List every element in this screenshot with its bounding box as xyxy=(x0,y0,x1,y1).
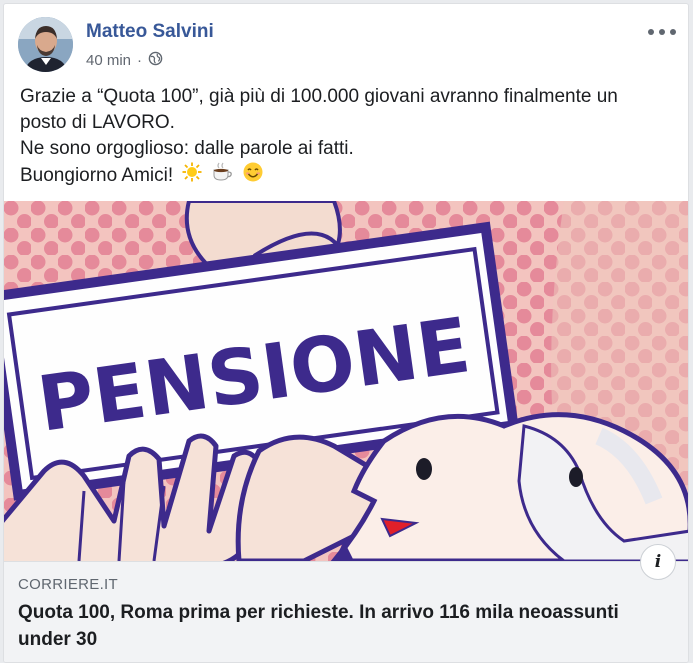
coffee-emoji xyxy=(212,162,234,190)
post-text-line: posto di LAVORO. xyxy=(20,112,175,133)
link-preview-image[interactable]: PENSIONE xyxy=(4,201,688,561)
post-text-greeting: Buongiorno Amici! xyxy=(20,165,174,187)
post-text: Grazie a “Quota 100”, già più di 100.000… xyxy=(20,84,672,190)
author-name[interactable]: Matteo Salvini xyxy=(86,21,214,43)
sun-emoji xyxy=(182,162,202,190)
link-domain: CORRIERE.IT xyxy=(18,576,118,593)
post-text-line: Ne sono orgoglioso: dalle parole ai fatt… xyxy=(20,138,354,159)
post-card: Matteo Salvini 40 min · Grazie a “Quota … xyxy=(3,3,689,663)
post-time[interactable]: 40 min xyxy=(86,52,131,69)
avatar[interactable] xyxy=(18,17,73,72)
link-preview-footer[interactable]: i CORRIERE.IT Quota 100, Roma prima per … xyxy=(4,544,688,662)
post-text-line: Grazie a “Quota 100”, già più di 100.000… xyxy=(20,86,618,107)
link-headline[interactable]: Quota 100, Roma prima per richieste. In … xyxy=(18,599,670,653)
meta-separator: · xyxy=(137,52,143,69)
post-text-line-last: Buongiorno Amici! xyxy=(20,162,672,190)
more-options-icon[interactable] xyxy=(648,23,676,41)
info-icon[interactable]: i xyxy=(640,544,676,580)
post-meta: 40 min · xyxy=(86,51,163,70)
globe-icon[interactable] xyxy=(148,51,163,70)
post-header: Matteo Salvini 40 min · xyxy=(18,17,676,77)
smiling-face-emoji xyxy=(243,162,263,190)
